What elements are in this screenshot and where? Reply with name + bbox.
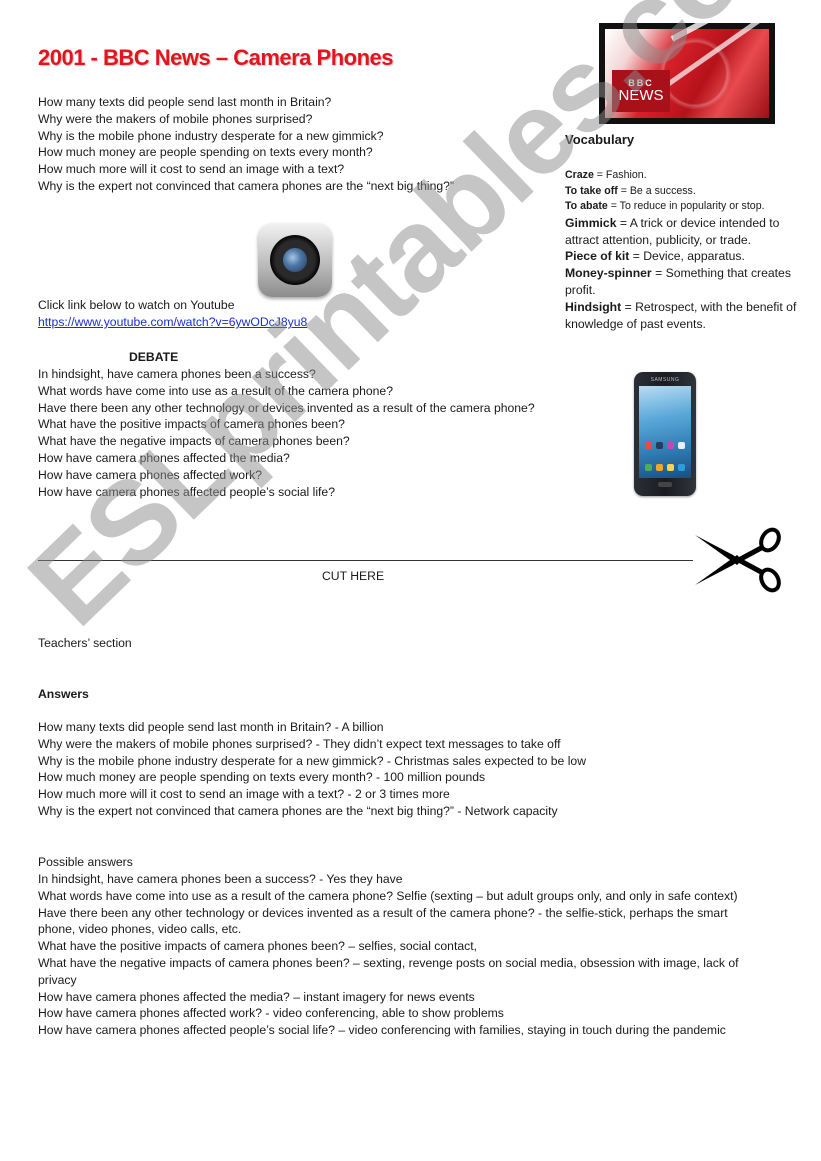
question-item: How many texts did people send last mont… — [38, 95, 332, 109]
vocab-term: Gimmick — [565, 215, 617, 230]
answer-item: How much money are people spending on te… — [38, 770, 486, 785]
debate-question: How have camera phones affected work? — [38, 467, 263, 482]
question-item: How much more will it cost to send an im… — [38, 162, 345, 177]
comprehension-questions: How many texts did people send last mont… — [38, 94, 454, 195]
debate-question: What have the positive impacts of camera… — [38, 417, 345, 432]
possible-answer-item: What have the positive impacts of camera… — [38, 939, 477, 954]
phone-brand: SAMSUNG — [650, 377, 680, 383]
smartphone-image: SAMSUNG — [634, 372, 696, 496]
vocab-definition: = Fashion. — [593, 169, 647, 181]
possible-answers-list: In hindsight, have camera phones been a … — [38, 871, 739, 1039]
question-item: Why is the mobile phone industry despera… — [38, 128, 384, 143]
possible-answer-item: What have the negative impacts of camera… — [38, 955, 739, 970]
debate-question: What words have come into use as a resul… — [38, 383, 393, 398]
phone-home-button — [658, 482, 672, 487]
bbc-news-badge: BBC NEWS — [612, 70, 670, 112]
vocab-definition: = To reduce in popularity or stop. — [607, 200, 765, 213]
possible-answer-item: How have camera phones affected people’s… — [38, 1023, 726, 1038]
camera-icon — [258, 223, 332, 297]
phone-screen — [639, 386, 691, 478]
question-item: Why is the expert not convinced that cam… — [38, 178, 454, 193]
youtube-link[interactable]: https://www.youtube.com/watch?v=6ywODcJ8… — [38, 315, 307, 329]
cut-here-label: CUT HERE — [322, 569, 385, 583]
vocab-item: Hindsight = Retrospect, with the benefit… — [565, 299, 805, 333]
answer-item: How much more will it cost to send an im… — [38, 787, 450, 802]
debate-questions: In hindsight, have camera phones been a … — [38, 366, 535, 500]
possible-answer-item: Have there been any other technology or … — [38, 905, 728, 920]
answer-item: Why were the makers of mobile phones sur… — [38, 736, 561, 751]
vocab-item: Craze = Fashion. — [565, 168, 805, 184]
vocab-term: Money-spinner — [565, 266, 652, 281]
answer-item: How many texts did people send last mont… — [38, 720, 384, 734]
possible-answer-item: privacy — [38, 972, 77, 987]
vocab-item: Gimmick = A trick or device intended to … — [565, 215, 805, 249]
possible-answer-item: In hindsight, have camera phones been a … — [38, 872, 403, 886]
news-label: NEWS — [618, 87, 664, 104]
possible-answer-item: What words have come into use as a resul… — [38, 888, 738, 903]
question-item: How much money are people spending on te… — [38, 145, 373, 160]
vocab-definition: = Be a success. — [617, 184, 696, 197]
cut-line — [38, 560, 693, 561]
possible-answer-item: How have camera phones affected work? - … — [38, 1006, 504, 1021]
camera-lens — [270, 235, 320, 285]
vocabulary-heading: Vocabulary — [565, 132, 635, 147]
possible-answer-item: phone, video phones, video calls, etc. — [38, 922, 242, 937]
possible-answer-item: How have camera phones affected the medi… — [38, 989, 475, 1004]
vocab-item: Money-spinner = Something that creates p… — [565, 265, 805, 299]
page-title: 2001 - BBC News – Camera Phones — [38, 45, 394, 70]
vocab-definition: = Device, apparatus. — [629, 249, 745, 264]
vocab-term: Piece of kit — [565, 249, 630, 264]
debate-question: How have camera phones affected the medi… — [38, 450, 290, 465]
possible-answers-heading: Possible answers — [38, 855, 133, 869]
answer-item: Why is the mobile phone industry despera… — [38, 753, 587, 768]
vocab-term: To abate — [565, 200, 608, 213]
vocab-item: To take off = Be a success. — [565, 184, 805, 200]
video-prompt: Click link below to watch on Youtube — [38, 298, 235, 312]
debate-question: How have camera phones affected people’s… — [38, 484, 335, 499]
debate-heading: DEBATE — [129, 350, 179, 364]
vocab-item: To abate = To reduce in popularity or st… — [565, 199, 805, 215]
vocab-item: Piece of kit = Device, apparatus. — [565, 248, 805, 265]
question-item: Why were the makers of mobile phones sur… — [38, 111, 313, 126]
vocabulary-list: Craze = Fashion. To take off = Be a succ… — [565, 168, 805, 332]
vocab-term: Hindsight — [565, 299, 622, 314]
vocab-term: To take off — [565, 184, 618, 197]
scissors-icon — [695, 527, 781, 593]
vocab-term: Craze — [565, 169, 594, 181]
teachers-section-heading: Teachers’ section — [38, 636, 132, 650]
answers-heading: Answers — [38, 687, 89, 701]
debate-question: Have there been any other technology or … — [38, 400, 535, 415]
debate-question: In hindsight, have camera phones been a … — [38, 367, 316, 381]
debate-question: What have the negative impacts of camera… — [38, 434, 350, 449]
answer-item: Why is the expert not convinced that cam… — [38, 803, 558, 818]
answers-list: How many texts did people send last mont… — [38, 719, 586, 820]
bbc-news-logo: BBC NEWS — [599, 0, 775, 124]
